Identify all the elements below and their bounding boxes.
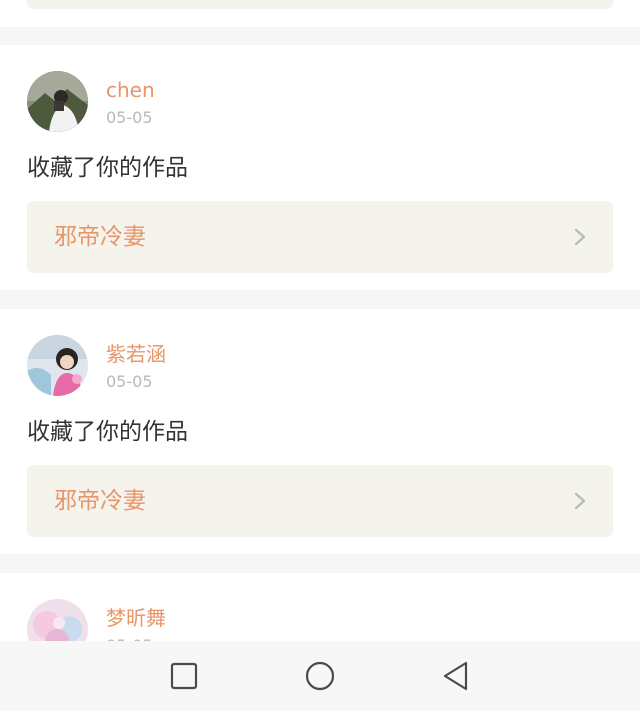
work-link-partial[interactable]	[27, 0, 613, 9]
work-link[interactable]: 邪帝冷妻	[27, 465, 613, 537]
post-date: 05-05	[106, 372, 153, 391]
work-title: 邪帝冷妻	[54, 224, 146, 250]
username[interactable]: chen	[106, 78, 155, 102]
chevron-right-icon	[574, 492, 586, 510]
chevron-right-icon	[574, 228, 586, 246]
avatar[interactable]	[27, 335, 88, 396]
circle-icon[interactable]	[302, 658, 338, 694]
feed-card-partial-top	[0, 0, 640, 27]
work-link[interactable]: 邪帝冷妻	[27, 201, 613, 273]
triangle-back-icon[interactable]	[438, 658, 474, 694]
post-date: 05-05	[106, 108, 153, 127]
username[interactable]: 梦昕舞	[106, 606, 166, 630]
activity-text: 收藏了你的作品	[27, 419, 188, 445]
square-icon[interactable]	[166, 658, 202, 694]
feed-card: chen 05-05 收藏了你的作品 邪帝冷妻	[0, 45, 640, 290]
activity-text: 收藏了你的作品	[27, 155, 188, 181]
avatar-image	[27, 335, 88, 396]
username[interactable]: 紫若涵	[106, 342, 166, 366]
avatar[interactable]	[27, 71, 88, 132]
work-title: 邪帝冷妻	[54, 488, 146, 514]
system-navigation-bar	[0, 641, 640, 711]
feed-card: 紫若涵 05-05 收藏了你的作品 邪帝冷妻	[0, 309, 640, 554]
avatar-image	[27, 71, 88, 132]
